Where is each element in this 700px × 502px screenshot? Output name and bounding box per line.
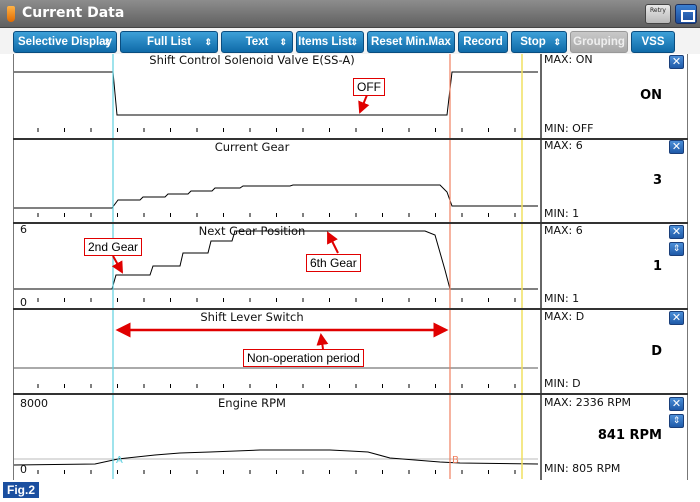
- plot-max: MAX: 6: [544, 224, 583, 237]
- footer: [0, 480, 700, 502]
- plot-separator: [13, 308, 688, 310]
- arrow-6th-gear: [327, 231, 339, 254]
- close-icon[interactable]: ✕: [669, 225, 684, 239]
- signal-trace: [14, 71, 538, 116]
- y-axis-top-label: 6: [20, 223, 27, 236]
- signal-trace: [14, 184, 538, 209]
- close-icon[interactable]: ✕: [669, 55, 684, 69]
- arrow-off: [358, 94, 370, 114]
- plot-current-value: 841 RPM: [597, 428, 662, 443]
- close-icon[interactable]: ✕: [669, 311, 684, 325]
- plot-min: MIN: 1: [544, 207, 580, 220]
- callout-off: OFF: [353, 78, 385, 96]
- plot-max: MAX: 6: [544, 139, 583, 152]
- plot-min: MIN: 805 RPM: [544, 462, 621, 475]
- plot-separator: [13, 393, 688, 395]
- close-icon[interactable]: ✕: [669, 140, 684, 154]
- y-axis-top-label: 8000: [20, 397, 48, 410]
- plot-separator: [13, 138, 688, 140]
- callout-2nd-gear: 2nd Gear: [84, 238, 143, 256]
- figure-label: Fig.2: [3, 482, 40, 498]
- callout-non-operation-period: Non-operation period: [243, 349, 364, 367]
- cursor-b-marker: B: [452, 455, 459, 466]
- plot-title: Shift Control Solenoid Valve E(SS-A): [149, 53, 355, 67]
- arrow-non-operation: [316, 333, 329, 350]
- cursor-a-marker: A: [116, 455, 123, 466]
- plot-min: MIN: D: [544, 377, 581, 390]
- scroll-updown-icon[interactable]: ⇕: [669, 242, 684, 256]
- close-icon[interactable]: ✕: [669, 397, 684, 411]
- plot-current-value: ON: [640, 88, 662, 103]
- plot-min: MIN: 1: [544, 292, 580, 305]
- arrow-2nd-gear: [111, 255, 123, 274]
- plot-max: MAX: ON: [544, 53, 593, 66]
- callout-6th-gear: 6th Gear: [306, 254, 361, 272]
- y-axis-bottom-label: 0: [20, 296, 27, 309]
- plot-separator: [13, 222, 688, 224]
- plot-max: MAX: D: [544, 310, 585, 323]
- plot-current-value: D: [651, 344, 662, 359]
- plot-min: MIN: OFF: [544, 122, 594, 135]
- plot-title: Next Gear Position: [198, 224, 306, 238]
- signal-trace: [13, 449, 539, 466]
- tick-marks: [37, 128, 516, 474]
- plot-max: MAX: 2336 RPM: [544, 396, 632, 409]
- plot-title: Current Gear: [214, 140, 290, 154]
- plot-current-value: 3: [652, 173, 662, 188]
- plot-title: Engine RPM: [218, 396, 286, 410]
- y-axis-bottom-label: 0: [20, 463, 27, 476]
- scroll-updown-icon[interactable]: ⇕: [669, 414, 684, 428]
- plot-current-value: 1: [652, 259, 662, 274]
- plot-title: Shift Lever Switch: [200, 310, 304, 324]
